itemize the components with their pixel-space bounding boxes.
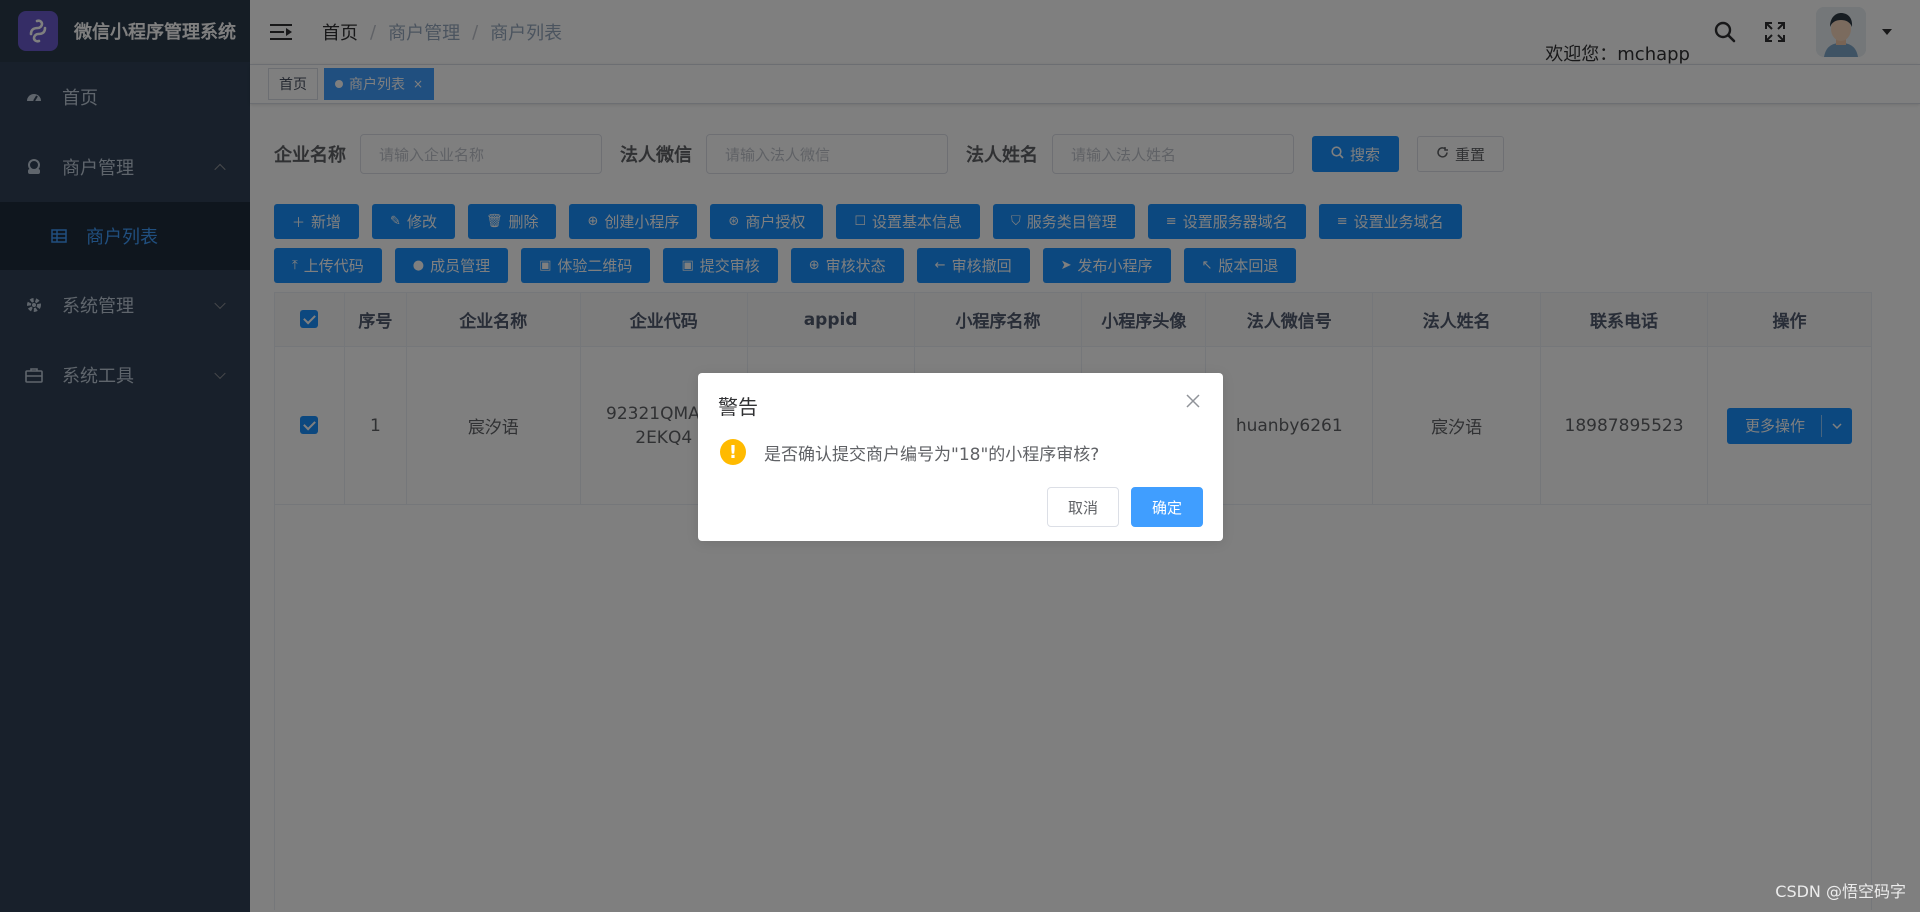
cancel-button[interactable]: 取消 xyxy=(1046,487,1119,527)
confirm-button[interactable]: 确定 xyxy=(1130,487,1203,527)
confirm-dialog: 警告 ! 是否确认提交商户编号为"18"的小程序审核? 取消 确定 xyxy=(698,373,1223,541)
dialog-message: 是否确认提交商户编号为"18"的小程序审核? xyxy=(764,444,1100,465)
warning-icon: ! xyxy=(720,439,746,465)
watermark: CSDN @悟空码字 xyxy=(1775,882,1906,901)
dialog-title: 警告 xyxy=(718,395,758,419)
dialog-footer: 取消 确定 xyxy=(1046,487,1203,527)
dialog-body: ! 是否确认提交商户编号为"18"的小程序审核? xyxy=(720,439,1099,465)
close-icon[interactable] xyxy=(1185,393,1203,411)
